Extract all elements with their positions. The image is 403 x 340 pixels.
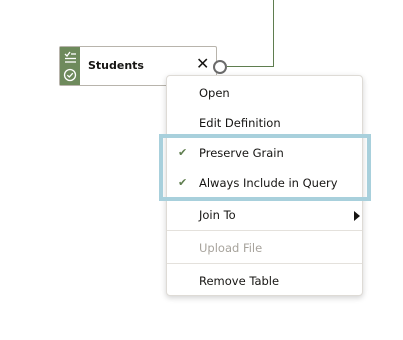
connector-line-horizontal [227,66,274,67]
close-icon[interactable]: ✕ [196,56,209,72]
node-side-bar [60,47,80,85]
submenu-arrow-icon [354,211,360,221]
highlight-box [159,134,371,201]
menu-item-open[interactable]: Open [167,79,362,107]
filter-list-icon [64,51,76,63]
node-title: Students [88,59,144,72]
menu-item-label: Join To [199,208,236,222]
connector-line-vertical [273,0,274,67]
menu-separator [167,263,362,264]
menu-item-label: Open [199,86,230,100]
menu-item-remove-table[interactable]: Remove Table [167,267,362,295]
menu-item-label: Upload File [199,241,263,255]
menu-item-join-to[interactable]: Join To [167,201,362,229]
connection-port[interactable] [213,60,227,74]
menu-item-label: Edit Definition [199,116,281,130]
menu-item-upload-file: Upload File [167,234,362,262]
menu-item-edit-definition[interactable]: Edit Definition [167,109,362,137]
menu-separator [167,230,362,231]
checkmark-circle-icon [63,68,77,82]
menu-item-label: Remove Table [199,274,280,288]
